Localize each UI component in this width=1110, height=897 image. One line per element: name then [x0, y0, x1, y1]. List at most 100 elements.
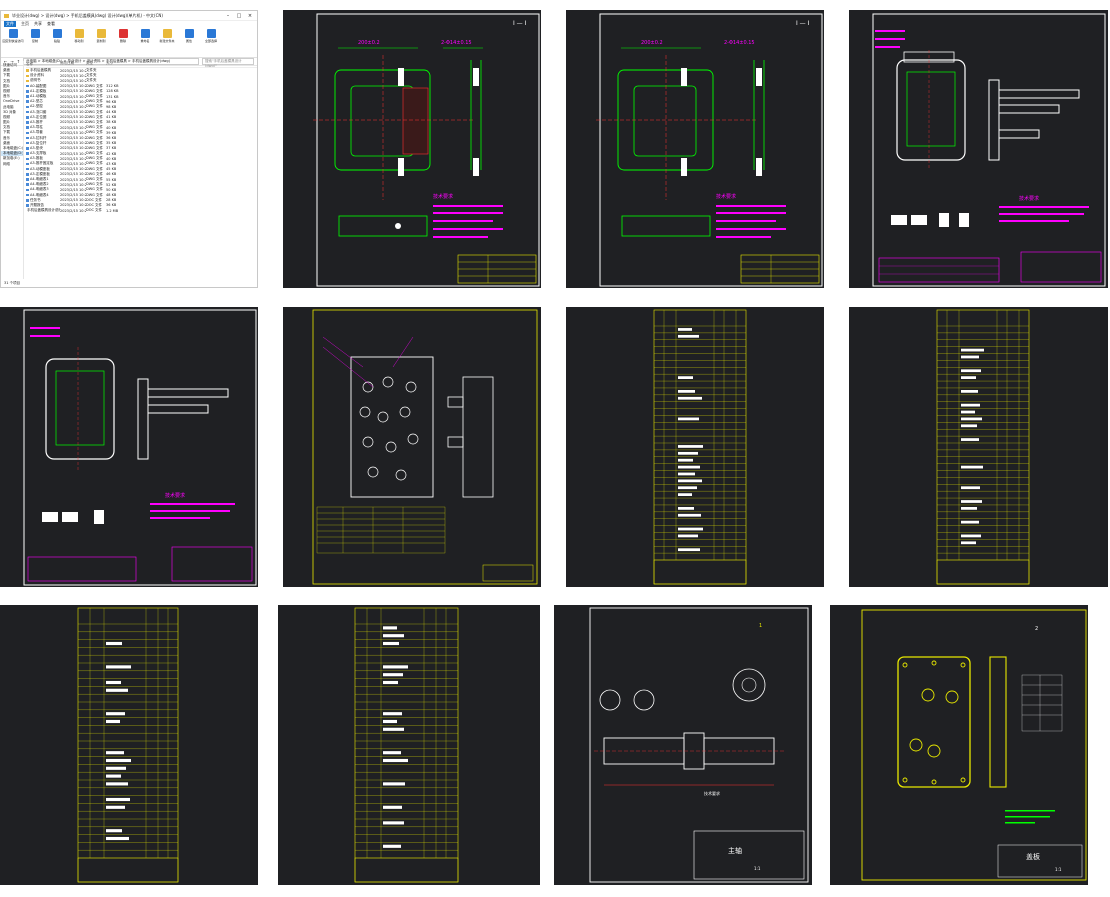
file-size: 44 KB: [106, 110, 120, 114]
bom-cell-text: [678, 418, 699, 421]
drawing-thumbnail-assembly-4[interactable]: 技术要求: [0, 307, 258, 587]
drawing-thumbnail-assembly-3[interactable]: 技术要求: [849, 10, 1108, 288]
file-size: 96 KB: [106, 100, 120, 104]
mold-plate-drawing: [283, 307, 541, 587]
drawing-number: 2: [1035, 626, 1038, 632]
navigation-pane: 快速访问 桌面 下载 文档 图片 视频 音乐 OneDrive 此电脑 3D 对象 视频 图片 文档 下载…: [1, 61, 24, 279]
nav-item[interactable]: 网络: [1, 162, 23, 167]
ribbon-newfolder[interactable]: 新建文件夹: [158, 29, 176, 55]
file-size: 28 KB: [106, 198, 120, 202]
column-size[interactable]: 大小: [106, 61, 120, 67]
technical-notes-title: 技术要求: [433, 193, 453, 200]
bom-cell-text: [961, 541, 976, 544]
drawing-thumbnail-bom-2[interactable]: [849, 307, 1108, 587]
ribbon-pin[interactable]: 固定到快速访问: [4, 29, 22, 55]
file-date: 2023/2/15 10:21: [60, 110, 86, 114]
ribbon: 固定到快速访问 复制 粘贴 移动到 复制到 删除 重命名 新建文件夹 属性 全部…: [1, 27, 257, 58]
file-size: 50 KB: [106, 188, 120, 192]
file-icon: [26, 168, 29, 171]
bom-table-2: [849, 307, 1108, 587]
file-date: 2023/2/15 10:21: [60, 193, 86, 197]
section-label: Ⅰ — Ⅰ: [796, 20, 810, 27]
file-size: 38 KB: [106, 120, 120, 124]
file-type: DOC 文件: [86, 208, 106, 213]
close-button[interactable]: ×: [246, 13, 254, 19]
file-date: 2023/2/15 10:21: [60, 95, 86, 99]
file-size: 48 KB: [106, 193, 120, 197]
column-date[interactable]: 修改日期: [60, 61, 86, 67]
file-date: 2023/2/15 10:21: [60, 84, 86, 88]
ribbon-label: 删除: [120, 39, 126, 43]
dimension-label: 200±0.2: [358, 40, 380, 46]
ribbon-delete[interactable]: 删除: [114, 29, 132, 55]
technical-notes-title: 技术要求: [165, 492, 185, 499]
column-type[interactable]: 类型: [86, 61, 106, 67]
drawing-thumbnail-assembly-2[interactable]: Ⅰ — Ⅰ 200±0.2 2-Φ14±0.15 技术要求: [566, 10, 824, 288]
ribbon-properties[interactable]: 属性: [180, 29, 198, 55]
file-row[interactable]: 手机后盖模具设计说明书2023/2/15 10:21DOC 文件1.2 MB: [26, 208, 257, 213]
ribbon-label: 粘贴: [54, 39, 60, 43]
file-size: 128 KB: [106, 89, 120, 93]
drawing-thumbnail-bom-3[interactable]: [0, 605, 258, 885]
bom-cell-text: [961, 486, 980, 489]
menu-view[interactable]: 查看: [47, 21, 55, 27]
drawing-thumbnail-bom-1[interactable]: [566, 307, 824, 587]
menu-home[interactable]: 主页: [21, 21, 29, 27]
file-icon: [26, 189, 29, 192]
section-label: Ⅰ — Ⅰ: [513, 20, 527, 27]
column-name[interactable]: 名称: [26, 61, 60, 67]
file-size: 131 KB: [106, 95, 120, 99]
bom-cell-text: [106, 665, 131, 668]
minimize-button[interactable]: –: [224, 13, 232, 19]
file-date: 2023/2/15 10:21: [60, 183, 86, 187]
bom-cell-text: [383, 665, 408, 668]
drawing-thumbnail-mold-plate[interactable]: [283, 307, 541, 587]
bom-cell-text: [678, 397, 702, 400]
ribbon-label: 移动到: [74, 39, 83, 43]
ribbon-selectall[interactable]: 全部选择: [202, 29, 220, 55]
file-name-cell: 手机后盖模具设计说明书: [26, 208, 60, 213]
dimension-label: 2-Φ14±0.15: [724, 40, 755, 46]
drawing-thumbnail-shaft[interactable]: 1 技术要求 主轴 1:1: [554, 605, 812, 885]
title-block-scale: 1:1: [754, 866, 761, 871]
drawing-thumbnail-bom-4[interactable]: [278, 605, 540, 885]
bom-cell-text: [961, 535, 981, 538]
ribbon-label: 全部选择: [205, 39, 217, 43]
menu-file[interactable]: 文件: [4, 21, 16, 27]
file-icon: [26, 95, 29, 98]
bom-cell-text: [106, 681, 121, 684]
file-icon: [26, 142, 29, 145]
file-date: 2023/2/15 10:21: [60, 69, 86, 73]
folder-icon: [4, 14, 9, 18]
bom-cell-text: [961, 418, 982, 421]
ribbon-copy[interactable]: 复制: [26, 29, 44, 55]
file-list: 名称 修改日期 类型 大小 手机后盖模具2023/2/15 10:21文件夹设计…: [24, 61, 257, 279]
file-icon: [26, 199, 29, 202]
ribbon-copyto[interactable]: 复制到: [92, 29, 110, 55]
menu-share[interactable]: 共享: [34, 21, 42, 27]
file-size: 39 KB: [106, 131, 120, 135]
bom-cell-text: [678, 466, 700, 469]
ribbon-paste[interactable]: 粘贴: [48, 29, 66, 55]
ribbon-label: 重命名: [140, 39, 149, 43]
file-date: 2023/2/15 10:21: [60, 188, 86, 192]
ribbon-label: 固定到快速访问: [3, 39, 24, 43]
move-icon: [75, 29, 84, 38]
file-date: 2023/2/15 10:21: [60, 79, 86, 83]
paste-icon: [53, 29, 62, 38]
ribbon-rename[interactable]: 重命名: [136, 29, 154, 55]
bom-table-1: [566, 307, 824, 587]
file-date: 2023/2/15 10:21: [60, 178, 86, 182]
file-icon: [26, 178, 29, 181]
drawing-thumbnail-assembly-1[interactable]: Ⅰ — Ⅰ 200±0.2 2-Φ14±0.15 技术要求: [283, 10, 541, 288]
maximize-button[interactable]: □: [235, 13, 243, 19]
file-icon: [26, 158, 29, 161]
file-date: 2023/2/15 10:21: [60, 126, 86, 130]
bom-cell-text: [961, 424, 977, 427]
assembly-drawing-3: 技术要求: [849, 10, 1108, 288]
title-block-name: 主轴: [728, 846, 742, 855]
drawing-thumbnail-cover-plate[interactable]: 2 盖板 1:1: [830, 605, 1088, 885]
copy-to-icon: [97, 29, 106, 38]
ribbon-move[interactable]: 移动到: [70, 29, 88, 55]
bom-cell-text: [106, 798, 130, 801]
